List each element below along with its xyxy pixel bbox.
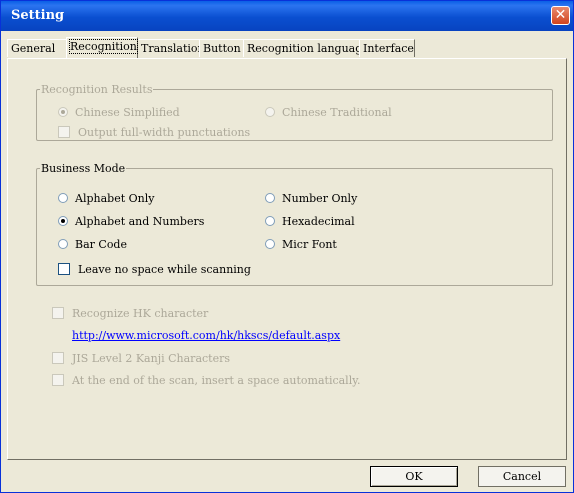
tab-translation-label: Translation (141, 42, 205, 55)
recognition-results-legend: Recognition Results (41, 83, 153, 96)
checkbox-box (52, 352, 64, 364)
radio-indicator (265, 107, 275, 117)
tab-translation[interactable]: Translation (137, 39, 205, 57)
close-button[interactable]: ✕ (551, 6, 570, 25)
tab-interface-label: Interface (363, 42, 414, 55)
radio-indicator (58, 107, 68, 117)
checkbox-box (58, 126, 70, 138)
tab-button-label: Button (203, 42, 241, 55)
tab-general[interactable]: General (7, 39, 67, 57)
tab-recognition-language-label: Recognition language (247, 42, 369, 55)
ok-button[interactable]: OK (370, 466, 458, 487)
close-icon: ✕ (554, 7, 567, 23)
alphabet-numbers-label: Alphabet and Numbers (75, 215, 205, 228)
radio-indicator (265, 216, 275, 226)
jis-kanji-label: JIS Level 2 Kanji Characters (72, 352, 230, 365)
number-only-label: Number Only (282, 192, 358, 205)
business-mode-legend: Business Mode (41, 162, 126, 175)
checkbox-box (58, 263, 70, 275)
radio-indicator (265, 193, 275, 203)
tab-recognition[interactable]: Recognition (66, 37, 138, 58)
tab-recognition-language[interactable]: Recognition language (243, 39, 369, 57)
leave-no-space-label: Leave no space while scanning (78, 263, 251, 276)
bar-code-label: Bar Code (75, 238, 127, 251)
hexadecimal-label: Hexadecimal (282, 215, 355, 228)
alphabet-only-label: Alphabet Only (75, 192, 155, 205)
insert-space-label: At the end of the scan, insert a space a… (72, 374, 361, 387)
radio-indicator (58, 193, 68, 203)
hkscs-link[interactable]: http://www.microsoft.com/hk/hkscs/defaul… (72, 329, 340, 342)
checkbox-box (52, 374, 64, 386)
tab-general-label: General (11, 42, 56, 55)
tab-button[interactable]: Button (199, 39, 244, 57)
cancel-button[interactable]: Cancel (478, 466, 566, 487)
recognize-hk-label: Recognize HK character (72, 307, 209, 320)
radio-indicator (265, 239, 275, 249)
recognition-tab-panel: Recognition Results Chinese Simplified C… (7, 58, 567, 460)
window-title: Setting (11, 8, 65, 23)
radio-indicator (58, 239, 68, 249)
chinese-simplified-label: Chinese Simplified (75, 106, 180, 119)
tab-recognition-label: Recognition (69, 39, 138, 54)
setting-dialog: Setting ✕ General Recognition Translatio… (0, 0, 574, 493)
micr-font-label: Micr Font (282, 238, 337, 251)
tab-interface[interactable]: Interface (359, 39, 415, 57)
title-bar[interactable]: Setting ✕ (1, 1, 573, 31)
full-width-label: Output full-width punctuations (78, 126, 251, 139)
radio-indicator (58, 216, 68, 226)
chinese-traditional-label: Chinese Traditional (282, 106, 392, 119)
checkbox-box (52, 307, 64, 319)
